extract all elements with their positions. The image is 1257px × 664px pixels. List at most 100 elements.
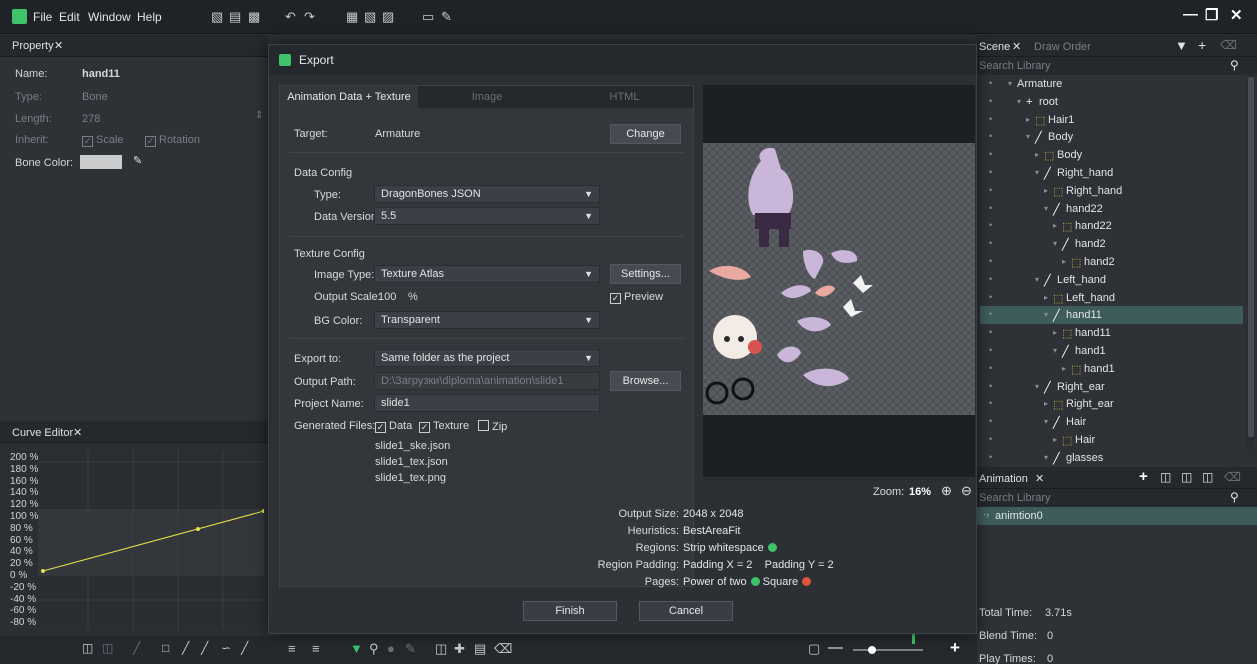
tree-item[interactable]: • ▾ ╱ Right_hand — [980, 164, 1243, 182]
linear-curve-icon[interactable]: □ — [162, 641, 169, 655]
tree-item[interactable]: • ▾ ╱ glasses — [980, 449, 1243, 467]
visibility-dot-icon[interactable]: • — [989, 398, 992, 408]
preview-checkbox[interactable]: ✓ Preview — [610, 291, 663, 304]
total-time-value[interactable]: 3.71s — [1045, 607, 1072, 619]
expand-arrow-icon[interactable]: ▸ — [1044, 293, 1048, 302]
tree-item[interactable]: • ▾ + root — [980, 93, 1243, 111]
finish-button[interactable]: Finish — [523, 601, 617, 621]
type-select[interactable]: DragonBones JSON ▼ — [374, 185, 600, 203]
scene-tab[interactable]: Scene — [979, 41, 1010, 53]
maximize-icon[interactable]: ❐ — [1205, 6, 1218, 24]
menu-help[interactable]: Help — [137, 10, 162, 24]
expand-arrow-icon[interactable]: ▾ — [1017, 97, 1021, 106]
menu-edit[interactable]: Edit — [59, 10, 80, 24]
visibility-dot-icon[interactable]: • — [989, 327, 992, 337]
save-icon[interactable]: ▩ — [248, 9, 260, 25]
bone-name-value[interactable]: hand11 — [82, 68, 120, 80]
visibility-dot-icon[interactable]: • — [989, 256, 992, 266]
zoom-slider-handle[interactable] — [868, 646, 876, 654]
visibility-dot-icon[interactable]: • — [989, 131, 992, 141]
animation-search[interactable]: Search Library ⚲ — [977, 489, 1257, 507]
add-animation-icon[interactable]: + — [1139, 468, 1148, 485]
open-folder-icon[interactable]: ▤ — [229, 9, 241, 25]
edit-icon[interactable]: ✎ — [441, 9, 452, 25]
eyedropper-icon[interactable]: ✎ — [133, 154, 142, 167]
tree-item[interactable]: • ▾ ╱ Left_hand — [980, 271, 1243, 289]
key-icon[interactable]: ✎ — [405, 641, 416, 657]
close-tab-icon[interactable]: ✕ — [54, 39, 63, 52]
curve-editor-tab[interactable]: Curve Editor — [12, 427, 73, 439]
visibility-dot-icon[interactable]: • — [989, 96, 992, 106]
visibility-dot-icon[interactable]: • — [989, 292, 992, 302]
ease-in-out-icon[interactable]: ∽ — [221, 641, 231, 655]
tree-item[interactable]: • ▸ ⬚ Hair — [980, 431, 1243, 449]
expand-arrow-icon[interactable]: ▾ — [1008, 79, 1012, 88]
paste-animation-icon[interactable]: ◫ — [1181, 470, 1192, 484]
tree-item[interactable]: • ▸ ⬚ hand11 — [980, 324, 1243, 342]
tree-item[interactable]: • ▾ ╱ hand22 — [980, 200, 1243, 218]
trash-icon[interactable]: ⌫ — [1220, 38, 1237, 52]
copy-icon[interactable]: ◫ — [82, 641, 93, 655]
image-type-select[interactable]: Texture Atlas ▼ — [374, 265, 600, 283]
import-icon[interactable]: ▦ — [346, 9, 358, 25]
expand-arrow-icon[interactable]: ▸ — [1044, 186, 1048, 195]
step-icon[interactable]: ╱ — [241, 641, 248, 655]
expand-arrow-icon[interactable]: ▾ — [1035, 168, 1039, 177]
curve-grid[interactable] — [38, 450, 266, 630]
menu-file[interactable]: File — [33, 10, 52, 24]
minimize-icon[interactable]: — — [1183, 6, 1198, 23]
expand-arrow-icon[interactable]: ▸ — [1062, 257, 1066, 266]
tree-icon[interactable]: ≡ — [312, 641, 320, 656]
search-icon[interactable]: ⚲ — [1230, 58, 1239, 72]
new-project-icon[interactable]: ▧ — [211, 9, 223, 25]
tree-item[interactable]: • ▸ ⬚ hand22 — [980, 217, 1243, 235]
zoom-in-icon[interactable]: ⊕ — [941, 483, 952, 499]
expand-arrow-icon[interactable]: ▾ — [1026, 132, 1030, 141]
ease-out-icon[interactable]: ╱ — [201, 641, 208, 655]
tree-item[interactable]: • ▾ Armature — [980, 75, 1243, 93]
layout-icon[interactable]: ▧ — [364, 9, 376, 25]
expand-arrow-icon[interactable]: ▾ — [1053, 346, 1057, 355]
paste-icon[interactable]: ◫ — [102, 641, 113, 655]
library-icon[interactable]: ▨ — [382, 9, 394, 25]
animation-tab[interactable]: Animation — [979, 473, 1028, 485]
tree-item[interactable]: • ▸ ⬚ Right_hand — [980, 182, 1243, 200]
import-animation-icon[interactable]: ◫ — [1202, 470, 1213, 484]
scene-search[interactable]: Search Library ⚲ — [977, 57, 1257, 75]
expand-arrow-icon[interactable]: ▾ — [1035, 275, 1039, 284]
redo-icon[interactable]: ↷ — [304, 9, 315, 25]
data-version-select[interactable]: 5.5 ▼ — [374, 207, 600, 225]
filter-icon[interactable]: ▼ — [1175, 38, 1188, 53]
project-name-input[interactable]: slide1 — [374, 394, 600, 412]
expand-arrow-icon[interactable]: ▸ — [1035, 150, 1039, 159]
tree-item[interactable]: • ▾ ╱ hand1 — [980, 342, 1243, 360]
tween-icon[interactable]: ╱ — [133, 641, 140, 655]
animation-item[interactable]: ⋅› animtion0 — [977, 507, 1257, 525]
close-window-icon[interactable]: ✕ — [1230, 6, 1243, 24]
copy-animation-icon[interactable]: ◫ — [1160, 470, 1171, 484]
ease-in-icon[interactable]: ╱ — [182, 641, 189, 655]
delete-icon[interactable]: ⌫ — [494, 641, 512, 657]
filter-icon[interactable]: ▼ — [350, 641, 363, 656]
visibility-dot-icon[interactable]: • — [989, 309, 992, 319]
tree-item[interactable]: • ▾ ╱ Hair — [980, 413, 1243, 431]
menu-window[interactable]: Window — [88, 10, 131, 24]
visibility-dot-icon[interactable]: • — [989, 345, 992, 355]
zoom-in-icon[interactable]: + — [950, 638, 960, 658]
tab-html[interactable]: HTML — [556, 86, 693, 108]
visibility-dot-icon[interactable]: • — [989, 78, 992, 88]
visibility-dot-icon[interactable]: • — [989, 203, 992, 213]
visibility-dot-icon[interactable]: • — [989, 114, 992, 124]
gen-data-checkbox[interactable]: ✓ Data — [375, 420, 412, 433]
scene-search-input[interactable]: Search Library — [979, 60, 1051, 72]
curve-svg[interactable] — [38, 450, 266, 630]
export-icon[interactable]: ▭ — [422, 9, 434, 25]
zoom-slider[interactable] — [853, 649, 923, 651]
expand-arrow-icon[interactable]: ▸ — [1044, 399, 1048, 408]
output-scale-input[interactable]: 100 — [378, 291, 396, 303]
expand-arrow-icon[interactable]: ▸ — [1062, 364, 1066, 373]
zoom-out-icon[interactable]: — — [828, 639, 843, 656]
gen-zip-checkbox[interactable]: Zip — [478, 420, 507, 433]
insert-icon[interactable]: ▤ — [474, 641, 486, 657]
settings-button[interactable]: Settings... — [610, 264, 681, 284]
